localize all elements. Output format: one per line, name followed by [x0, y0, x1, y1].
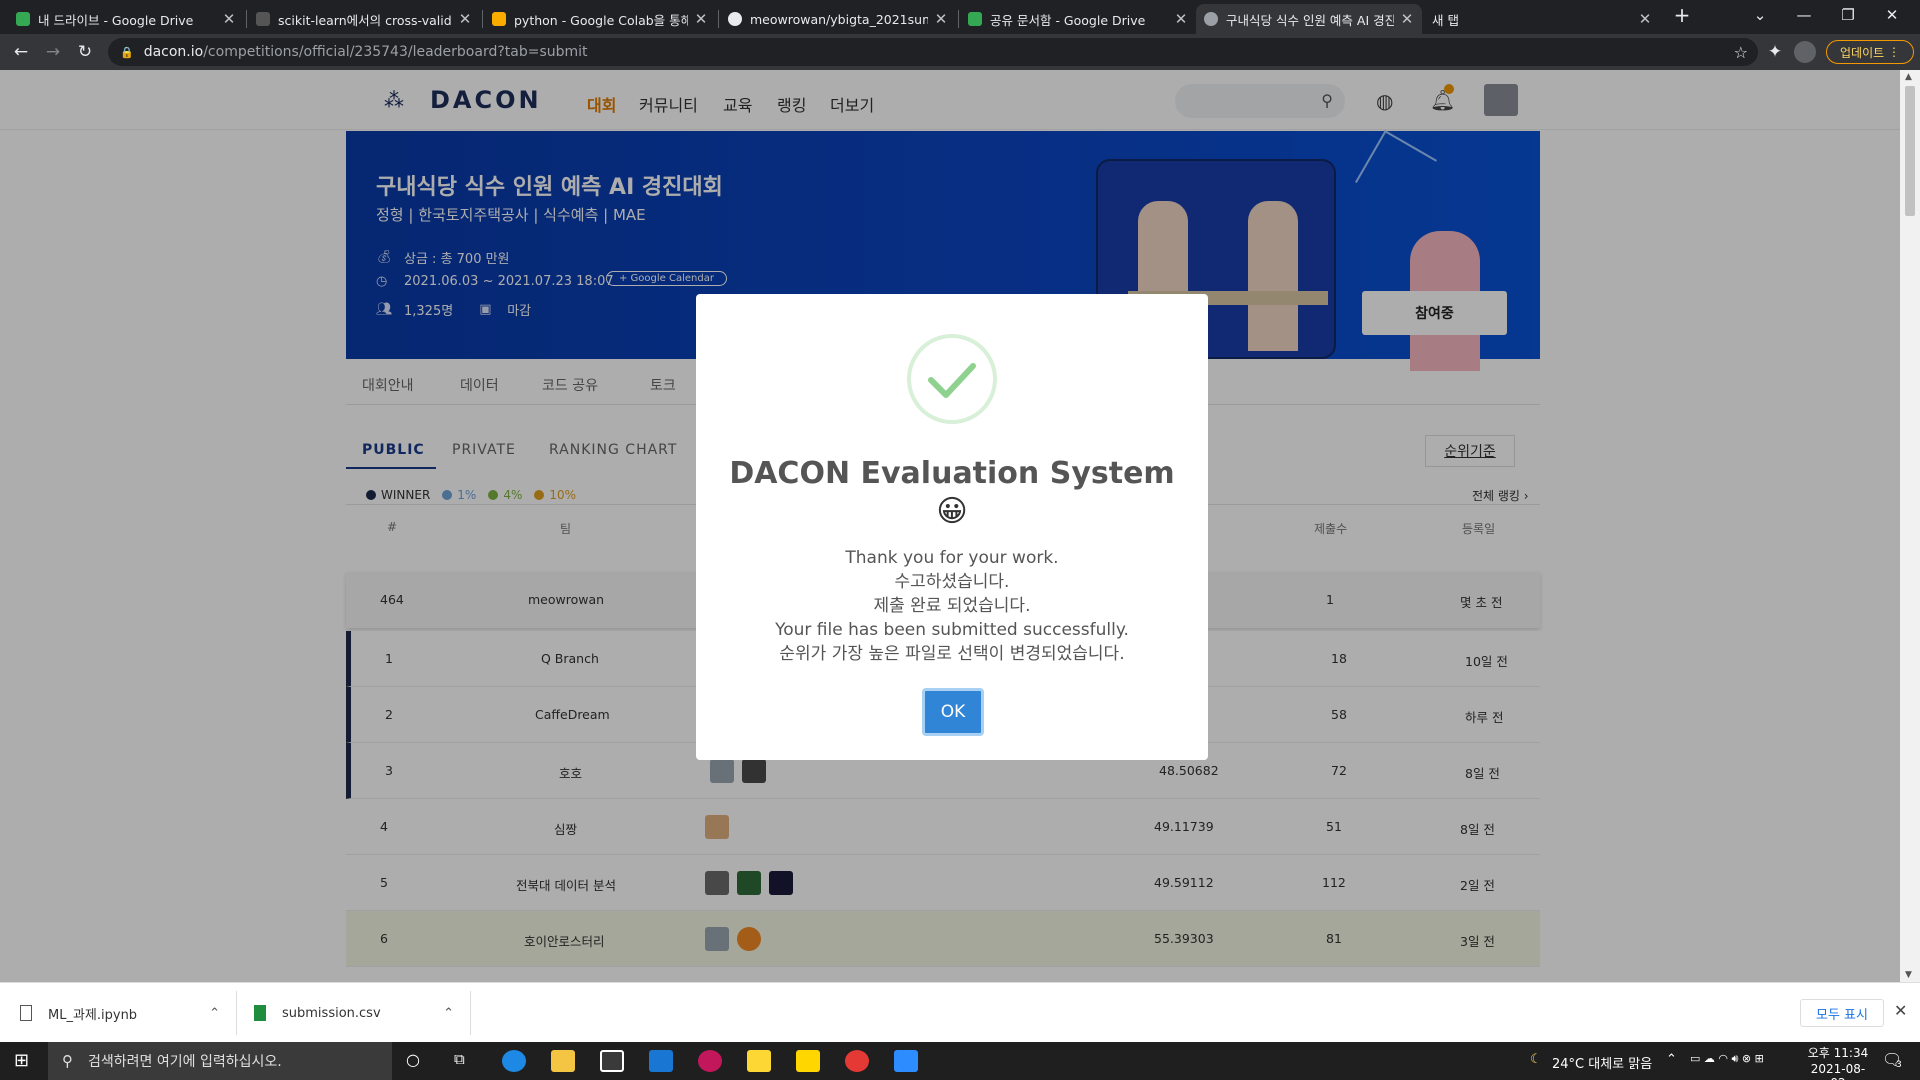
- new-tab-plus-icon[interactable]: +: [1660, 0, 1704, 30]
- address-toolbar: ← → ↻ 🔒 dacon.io/competitions/official/2…: [0, 34, 1920, 70]
- tab-shared-drive[interactable]: 공유 문서함 - Google Drive ✕: [960, 4, 1196, 34]
- notification-count: 3: [1896, 1060, 1902, 1070]
- store-icon[interactable]: [600, 1050, 624, 1072]
- zoom-icon[interactable]: [894, 1050, 918, 1072]
- tab-github[interactable]: meowrowan/ybigta_2021summ ✕: [720, 4, 956, 34]
- tab-colab[interactable]: python - Google Colab을 통해 ✕: [484, 4, 716, 34]
- scroll-down-icon[interactable]: ▼: [1905, 970, 1912, 980]
- profile-avatar-icon[interactable]: [1794, 41, 1816, 63]
- download-item-ipynb[interactable]: ML_과제.ipynb ⌃: [20, 983, 220, 1043]
- tray-chevron-icon[interactable]: ⌃: [1666, 1052, 1677, 1067]
- sheet-file-icon: [254, 1005, 266, 1021]
- clock-date[interactable]: 2021-08-02: [1804, 1062, 1872, 1080]
- music-app-icon[interactable]: [698, 1050, 722, 1072]
- url-path: /competitions/official/235743/leaderboar…: [203, 44, 588, 60]
- weather-moon-icon: ☾: [1530, 1052, 1542, 1067]
- lock-icon: 🔒: [120, 45, 134, 59]
- google-drive-icon: [16, 12, 30, 26]
- chevron-up-icon[interactable]: ⌃: [443, 1006, 454, 1021]
- download-shelf: ML_과제.ipynb ⌃ submission.csv ⌃ 모두 표시 ✕: [0, 982, 1920, 1042]
- minimize-icon[interactable]: —: [1782, 0, 1826, 30]
- weather-text[interactable]: 24°C 대체로 맑음: [1552, 1053, 1652, 1072]
- close-icon[interactable]: ✕: [1400, 10, 1414, 28]
- browser-tab-strip: 내 드라이브 - Google Drive ✕ scikit-learn에서의 c…: [0, 0, 1920, 34]
- scroll-up-icon[interactable]: ▲: [1905, 72, 1912, 82]
- file-explorer-icon[interactable]: [551, 1050, 575, 1072]
- system-tray: ☾ 24°C 대체로 맑음 ⌃ ▭ ☁ ◠ 🔊︎ ⊗ ⊞ 오후 11:34 20…: [1530, 1042, 1920, 1080]
- chevron-up-icon[interactable]: ⌃: [209, 1006, 220, 1021]
- windows-start-icon[interactable]: ⊞: [14, 1050, 29, 1071]
- google-drive-icon: [968, 12, 982, 26]
- file-icon: [20, 1005, 32, 1021]
- kakaotalk-icon[interactable]: [796, 1050, 820, 1072]
- mail-icon[interactable]: [649, 1050, 673, 1072]
- url-host: dacon.io: [143, 44, 204, 60]
- close-icon[interactable]: ✕: [1174, 10, 1188, 28]
- tab-dacon-active[interactable]: 구내식당 식수 인원 예측 AI 경진 ✕: [1196, 4, 1422, 34]
- update-button[interactable]: 업데이트 ⋮: [1826, 40, 1914, 64]
- sticky-notes-icon[interactable]: [747, 1050, 771, 1072]
- close-icon[interactable]: ✕: [458, 10, 472, 28]
- back-arrow-icon[interactable]: ←: [8, 39, 34, 65]
- window-close-icon[interactable]: ✕: [1870, 0, 1914, 30]
- smile-emoji-icon: 😀: [936, 494, 968, 529]
- close-icon[interactable]: ✕: [222, 10, 236, 28]
- restore-icon[interactable]: ❐: [1826, 0, 1870, 30]
- close-icon[interactable]: ✕: [934, 10, 948, 28]
- clock-time[interactable]: 오후 11:34: [1804, 1044, 1872, 1061]
- success-check-icon: [907, 334, 997, 424]
- tray-icons[interactable]: ▭ ☁ ◠ 🔊︎ ⊗ ⊞: [1690, 1052, 1764, 1066]
- bookmark-star-icon[interactable]: ☆: [1734, 43, 1748, 62]
- python-icon: [492, 12, 506, 26]
- chrome-icon[interactable]: [845, 1050, 869, 1072]
- tab-new[interactable]: 새 탭 ✕: [1424, 4, 1660, 34]
- tab-google-drive[interactable]: 내 드라이브 - Google Drive ✕: [8, 4, 244, 34]
- modal-title: DACON Evaluation System: [729, 456, 1175, 491]
- tab-scikit-learn[interactable]: scikit-learn에서의 cross-validati ✕: [248, 4, 480, 34]
- page-favicon-icon: [256, 12, 270, 26]
- show-all-downloads-button[interactable]: 모두 표시: [1800, 999, 1884, 1027]
- dacon-favicon-icon: [1204, 12, 1218, 26]
- close-icon[interactable]: ✕: [1894, 1001, 1907, 1020]
- cortana-circle-icon[interactable]: ○: [406, 1050, 420, 1069]
- windows-taskbar: ⊞ ⚲ 검색하려면 여기에 입력하십시오. ○ ⧉ ☾ 24°C 대체로 맑음 …: [0, 1042, 1920, 1080]
- github-icon: [728, 12, 742, 26]
- search-icon: ⚲: [62, 1052, 73, 1070]
- tab-search-icon[interactable]: ⌄: [1738, 0, 1782, 30]
- close-icon[interactable]: ✕: [1638, 10, 1652, 28]
- reload-icon[interactable]: ↻: [72, 39, 98, 65]
- forward-arrow-icon[interactable]: →: [40, 39, 66, 65]
- modal-message: Thank you for your work. 수고하셨습니다. 제출 완료 …: [775, 548, 1129, 664]
- task-view-icon[interactable]: ⧉: [454, 1050, 465, 1068]
- evaluation-modal: DACON Evaluation System 😀 Thank you for …: [696, 294, 1208, 760]
- url-omnibox[interactable]: 🔒 dacon.io/competitions/official/235743/…: [108, 38, 1758, 66]
- page-scrollbar[interactable]: ▲ ▼: [1900, 70, 1920, 982]
- download-item-csv[interactable]: submission.csv ⌃: [254, 983, 454, 1043]
- edge-icon[interactable]: [502, 1050, 526, 1072]
- ok-button[interactable]: OK: [922, 688, 984, 736]
- taskbar-search-input[interactable]: ⚲ 검색하려면 여기에 입력하십시오.: [48, 1042, 392, 1080]
- scroll-thumb[interactable]: [1905, 86, 1915, 216]
- close-icon[interactable]: ✕: [694, 10, 708, 28]
- extensions-puzzle-icon[interactable]: ✦: [1762, 39, 1788, 65]
